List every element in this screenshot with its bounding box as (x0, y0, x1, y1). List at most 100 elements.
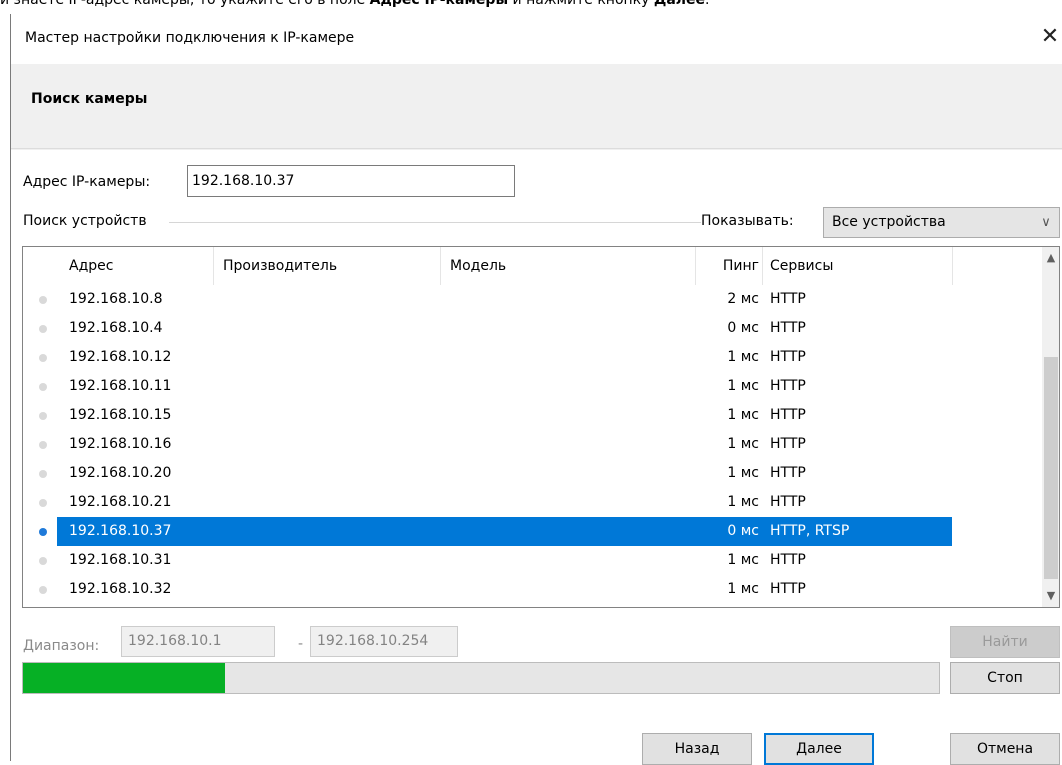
wizard-header: Поиск камеры (11, 64, 1062, 149)
device-address: 192.168.10.21 (69, 494, 172, 510)
search-progress-bar (22, 662, 940, 694)
table-row[interactable]: 192.168.10.31 1 мс HTTP (23, 546, 1059, 575)
caption-text: и знаете IP-адрес камеры, то укажите его… (0, 0, 370, 8)
device-address: 192.168.10.12 (69, 349, 172, 365)
address-label: Адрес IP-камеры: (23, 174, 151, 190)
chevron-down-icon: ∨ (1041, 215, 1051, 230)
caption-bold-field: Адрес IP-камеры (369, 0, 509, 8)
progress-fill (23, 663, 225, 693)
device-ping: 1 мс (727, 494, 759, 510)
column-header-vendor[interactable]: Производитель (223, 247, 337, 285)
device-services: HTTP, RTSP (770, 523, 850, 539)
status-dot-icon (39, 499, 47, 507)
device-ping: 0 мс (727, 523, 759, 539)
table-row[interactable]: 192.168.10.8 2 мс HTTP (23, 285, 1059, 314)
wizard-dialog: Мастер настройки подключения к IP-камере… (10, 14, 1062, 765)
next-button[interactable]: Далее (764, 733, 874, 765)
device-services: HTTP (770, 465, 806, 481)
column-header-services[interactable]: Сервисы (770, 247, 833, 285)
device-ping: 1 мс (727, 552, 759, 568)
device-address: 192.168.10.4 (69, 320, 163, 336)
device-ping: 2 мс (727, 291, 759, 307)
device-address: 192.168.10.20 (69, 465, 172, 481)
scroll-up-icon[interactable]: ▲ (1042, 249, 1059, 267)
device-address: 192.168.10.32 (69, 581, 172, 597)
column-header-model[interactable]: Модель (450, 247, 506, 285)
table-row-selected[interactable]: 192.168.10.37 0 мс HTTP, RTSP (23, 517, 1059, 546)
table-row[interactable]: 192.168.10.16 1 мс HTTP (23, 430, 1059, 459)
device-address: 192.168.10.15 (69, 407, 172, 423)
device-services: HTTP (770, 552, 806, 568)
status-dot-icon (39, 296, 47, 304)
column-header-ping[interactable]: Пинг (707, 247, 759, 285)
range-separator: - (298, 636, 304, 652)
title-bar: Мастер настройки подключения к IP-камере… (11, 14, 1062, 64)
table-row[interactable]: 192.168.10.21 1 мс HTTP (23, 488, 1059, 517)
device-address: 192.168.10.37 (69, 523, 172, 539)
device-services: HTTP (770, 436, 806, 452)
table-row[interactable]: 192.168.10.15 1 мс HTTP (23, 401, 1059, 430)
column-separator (213, 247, 214, 285)
device-services: HTTP (770, 378, 806, 394)
device-ping: 0 мс (727, 320, 759, 336)
device-ping: 1 мс (727, 349, 759, 365)
status-dot-icon (39, 586, 47, 594)
column-separator (695, 247, 696, 285)
status-dot-icon (39, 412, 47, 420)
show-filter-value: Все устройства (832, 214, 946, 230)
device-ping: 1 мс (727, 436, 759, 452)
show-filter-select[interactable]: Все устройства ∨ (823, 207, 1060, 238)
status-dot-icon (39, 470, 47, 478)
cancel-button[interactable]: Отмена (950, 733, 1060, 765)
instruction-caption: и знаете IP-адрес камеры, то укажите его… (0, 0, 1062, 8)
close-icon[interactable]: ✕ (1039, 26, 1061, 48)
device-address: 192.168.10.8 (69, 291, 163, 307)
range-from-input: 192.168.10.1 (121, 626, 275, 657)
device-address: 192.168.10.11 (69, 378, 172, 394)
device-list[interactable]: Адрес Производитель Модель Пинг Сервисы … (22, 246, 1060, 608)
device-services: HTTP (770, 407, 806, 423)
caption-bold-button: Далее (653, 0, 706, 8)
column-separator (762, 247, 763, 285)
find-button[interactable]: Найти (950, 626, 1060, 658)
caption-suffix: . (705, 0, 710, 8)
device-address: 192.168.10.16 (69, 436, 172, 452)
table-row[interactable]: 192.168.10.12 1 мс HTTP (23, 343, 1059, 372)
device-services: HTTP (770, 291, 806, 307)
stop-button[interactable]: Стоп (950, 662, 1060, 694)
status-dot-icon (39, 383, 47, 391)
device-address: 192.168.10.31 (69, 552, 172, 568)
status-dot-icon (39, 557, 47, 565)
table-row[interactable]: 192.168.10.4 0 мс HTTP (23, 314, 1059, 343)
device-services: HTTP (770, 349, 806, 365)
device-ping: 1 мс (727, 378, 759, 394)
page-title: Поиск камеры (31, 91, 148, 107)
back-button[interactable]: Назад (642, 733, 752, 765)
range-to-input: 192.168.10.254 (310, 626, 458, 657)
table-row[interactable]: 192.168.10.11 1 мс HTTP (23, 372, 1059, 401)
scroll-down-icon[interactable]: ▼ (1042, 587, 1059, 605)
column-separator (952, 247, 953, 285)
status-dot-icon (39, 354, 47, 362)
column-header-address[interactable]: Адрес (69, 247, 113, 285)
device-services: HTTP (770, 320, 806, 336)
status-dot-icon (39, 325, 47, 333)
vertical-scrollbar[interactable]: ▲ ▼ (1042, 247, 1059, 607)
window-title: Мастер настройки подключения к IP-камере (25, 30, 355, 46)
range-label: Диапазон: (23, 638, 100, 654)
caption-text-middle: и нажмите кнопку (508, 0, 654, 8)
scroll-thumb[interactable] (1044, 357, 1058, 579)
device-ping: 1 мс (727, 581, 759, 597)
device-search-label: Поиск устройств (23, 213, 147, 229)
group-divider (169, 222, 701, 223)
status-dot-icon (39, 528, 47, 536)
table-row[interactable]: 192.168.10.20 1 мс HTTP (23, 459, 1059, 488)
device-services: HTTP (770, 581, 806, 597)
status-dot-icon (39, 441, 47, 449)
table-row[interactable]: 192.168.10.32 1 мс HTTP (23, 575, 1059, 604)
device-services: HTTP (770, 494, 806, 510)
device-ping: 1 мс (727, 465, 759, 481)
show-filter-label: Показывать: (701, 213, 794, 229)
camera-address-input[interactable]: 192.168.10.37 (187, 165, 515, 197)
content-panel: Адрес IP-камеры: 192.168.10.37 Поиск уст… (11, 150, 1062, 765)
